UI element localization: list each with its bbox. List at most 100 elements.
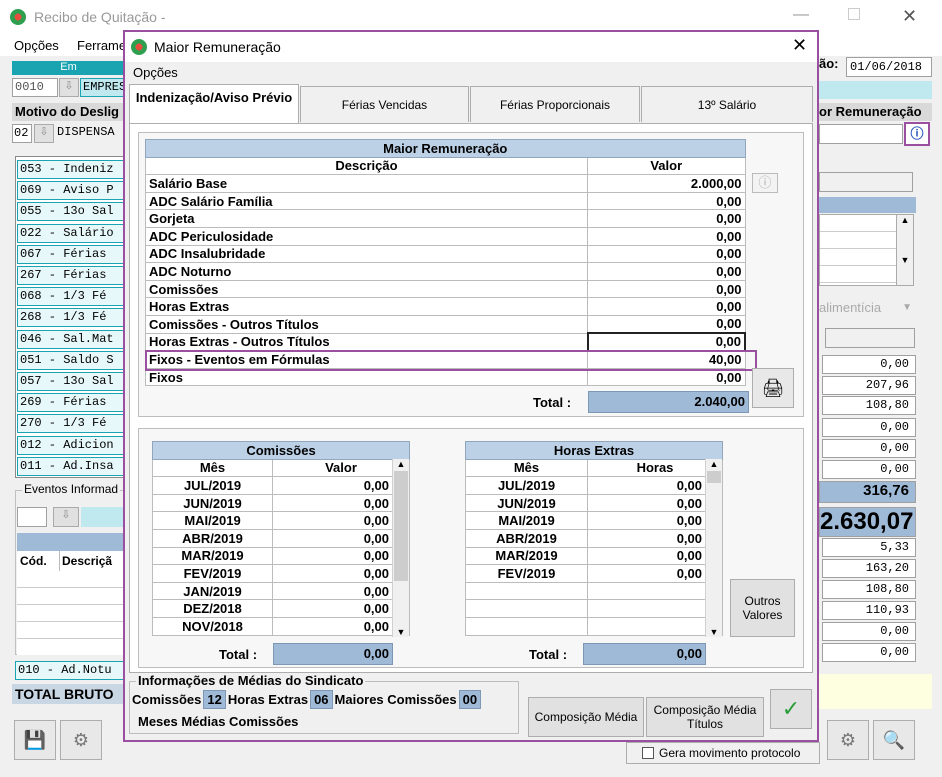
app-logo-icon [10, 9, 26, 25]
tab-ferias-proporcionais-label: Férias Proporcionais [499, 98, 611, 112]
table-row[interactable]: MAI/2019 0,00 [465, 511, 723, 530]
right-grid-scrollbar[interactable]: ▲ ▼ [896, 214, 914, 286]
evento-download-icon[interactable]: ⇩ [53, 507, 79, 527]
table-row[interactable]: Salário Base 2.000,00 [145, 174, 746, 193]
settings-button[interactable]: ⚙ [827, 720, 869, 760]
table-row[interactable]: Gorjeta 0,00 [145, 209, 746, 228]
horas-scroll-up-icon[interactable]: ▲ [706, 459, 722, 469]
table-row[interactable] [465, 581, 723, 601]
menu-ferramentas[interactable]: Ferrame [77, 38, 126, 53]
dialog-close-icon[interactable]: ✕ [792, 35, 807, 56]
table-row[interactable]: JUL/2019 0,00 [465, 476, 723, 495]
table-row[interactable]: ADC Salário Família 0,00 [145, 191, 746, 211]
motivo-code-field[interactable]: 02 [12, 124, 32, 143]
list-item[interactable]: 057 - 13o Sal [17, 372, 137, 391]
composicao-media-button[interactable]: Composição Média [528, 697, 644, 737]
list-item[interactable]: 267 - Férias [17, 266, 137, 285]
table-row[interactable]: ABR/2019 0,00 [152, 528, 410, 548]
horas-mes-column-header: Mês [465, 458, 588, 478]
table-row[interactable]: MAR/2019 0,00 [465, 546, 723, 566]
table-row[interactable]: JAN/2019 0,00 [152, 581, 410, 601]
table-row[interactable] [465, 599, 723, 618]
menu-opcoes[interactable]: Opções [14, 38, 59, 53]
composicao-media-titulos-button[interactable]: Composição Média Títulos [646, 697, 764, 737]
table-row[interactable]: FEV/2019 0,00 [152, 564, 410, 583]
print-button[interactable]: 🖨 [752, 368, 794, 408]
minimize-icon[interactable]: — [793, 6, 809, 24]
download-icon[interactable]: ⇩ [59, 78, 79, 97]
table-row[interactable]: NOV/2018 0,00 [152, 616, 410, 636]
descricao-cell: Comissões - Outros Títulos [145, 314, 588, 334]
list-item[interactable]: 269 - Férias [17, 393, 137, 413]
table-row[interactable]: ABR/2019 0,00 [465, 528, 723, 548]
composicao-media-label: Composição Média [534, 710, 638, 724]
meses-medias-label: Meses Médias Comissões [138, 714, 299, 729]
table-row[interactable]: JUL/2019 0,00 [152, 476, 410, 495]
search-user-button[interactable]: 🔍 [873, 720, 915, 760]
confirm-button[interactable]: ✓ [770, 689, 812, 729]
list-item[interactable]: 069 - Aviso P [17, 181, 137, 201]
gera-movimento-checkbox[interactable]: Gera movimento protocolo [626, 742, 820, 764]
table-row[interactable]: ADC Noturno 0,00 [145, 262, 746, 281]
table-row[interactable]: DEZ/2018 0,00 [152, 599, 410, 618]
list-item[interactable]: 051 - Saldo S [17, 350, 137, 370]
info-icon-button[interactable]: ⓘ [904, 122, 930, 146]
comissoes-scrollbar[interactable]: ▲ ▼ [392, 459, 409, 637]
empresa-code-field[interactable]: 0010 [12, 78, 58, 97]
maximize-icon[interactable] [848, 8, 860, 20]
table-row[interactable] [465, 616, 723, 636]
list-item[interactable]: 055 - 13o Sal [17, 202, 137, 222]
list-item[interactable]: 068 - 1/3 Fé [17, 287, 137, 307]
tab-ferias-proporcionais[interactable]: Férias Proporcionais [470, 86, 640, 122]
list-item[interactable]: 046 - Sal.Mat [17, 329, 137, 349]
info-icon[interactable]: ⓘ [752, 173, 778, 193]
list-item[interactable]: 268 - 1/3 Fé [17, 308, 137, 328]
comissoes-grid[interactable]: Comissões Mês Valor JUL/2019 0,00 JUN/2019 0… [152, 441, 410, 637]
close-icon[interactable]: ✕ [902, 6, 917, 27]
horas-scroll-thumb[interactable] [707, 471, 721, 483]
table-row[interactable]: ADC Periculosidade 0,00 [145, 226, 746, 246]
horas-extras-grid[interactable]: Horas Extras Mês Horas JUL/2019 0,00 JUN/20… [465, 441, 723, 637]
list-item[interactable]: 053 - Indeniz [17, 160, 137, 179]
horas-scrollbar[interactable]: ▲ ▼ [705, 459, 722, 637]
table-row[interactable]: ADC Insalubridade 0,00 [145, 244, 746, 264]
list-item[interactable]: 270 - 1/3 Fé [17, 414, 137, 434]
table-row[interactable]: JUN/2019 0,00 [152, 493, 410, 513]
list-item[interactable]: 011 - Ad.Insa [17, 456, 137, 476]
right-value: 5,33 [822, 538, 916, 557]
checkbox-box[interactable] [642, 747, 654, 759]
right-grid[interactable] [819, 214, 897, 286]
scroll-thumb[interactable] [394, 471, 408, 581]
tab-ferias-vencidas[interactable]: Férias Vencidas [300, 86, 469, 122]
horas-scroll-down-icon[interactable]: ▼ [706, 627, 722, 637]
list-item[interactable]: 067 - Férias [17, 244, 137, 264]
list-item-last[interactable]: 010 - Ad.Notu [15, 661, 125, 680]
valor-cell: 0,00 [587, 546, 723, 566]
table-row[interactable]: MAR/2019 0,00 [152, 546, 410, 566]
dialog-menu-opcoes[interactable]: Opções [133, 65, 178, 80]
right-value: 110,93 [822, 601, 916, 620]
save-button[interactable]: 💾 [14, 720, 56, 760]
alimenticia-select[interactable]: alimentícia ▼ [819, 297, 916, 319]
date-field[interactable]: 01/06/2018 [846, 57, 932, 77]
list-item[interactable]: 012 - Adicion [17, 435, 137, 455]
table-row[interactable]: FEV/2019 0,00 [465, 564, 723, 583]
table-row[interactable]: MAI/2019 0,00 [152, 511, 410, 530]
tab-indenizacao[interactable]: Indenização/Aviso Prévio [129, 84, 299, 124]
table-row[interactable]: JUN/2019 0,00 [465, 493, 723, 513]
table-row[interactable]: Comissões 0,00 [145, 279, 746, 299]
scroll-up-icon[interactable]: ▲ [393, 459, 409, 469]
evento-code-field[interactable] [17, 507, 47, 527]
scroll-down-icon[interactable]: ▼ [393, 627, 409, 637]
table-row[interactable]: Horas Extras 0,00 [145, 297, 746, 316]
table-row[interactable]: Horas Extras - Outros Títulos 0,00 [145, 332, 746, 352]
motivo-download-icon[interactable]: ⇩ [34, 124, 54, 143]
medias-panel: Comissões Mês Valor JUL/2019 0,00 JUN/2019 0… [138, 428, 804, 668]
outros-valores-button[interactable]: Outros Valores [730, 579, 795, 637]
table-row[interactable]: Comissões - Outros Títulos 0,00 [145, 314, 746, 334]
list-item[interactable]: 022 - Salário [17, 223, 137, 243]
valor-cell: 0,00 [587, 279, 746, 299]
eventos-grid-body[interactable] [17, 571, 125, 655]
calculate-button[interactable]: ⚙ [60, 720, 102, 760]
tab-13-salario[interactable]: 13º Salário [641, 86, 813, 122]
